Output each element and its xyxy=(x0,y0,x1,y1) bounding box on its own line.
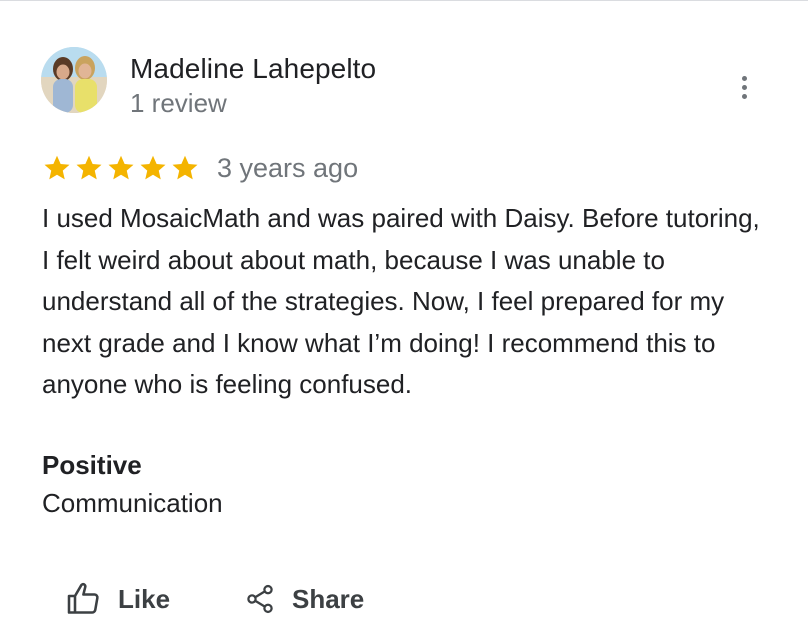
share-label: Share xyxy=(292,583,365,614)
like-label: Like xyxy=(118,583,171,614)
avatar-photo xyxy=(41,47,107,113)
thumbs-up-icon xyxy=(67,582,99,614)
star-rating xyxy=(42,153,200,183)
positive-heading: Positive xyxy=(42,450,142,480)
positive-attribute: Communication xyxy=(42,488,223,518)
author-review-count[interactable]: 1 review xyxy=(130,87,227,119)
like-button[interactable]: Like xyxy=(66,579,170,619)
author-name[interactable]: Madeline Lahepelto xyxy=(130,52,376,86)
more-vertical-icon-dot xyxy=(741,93,747,99)
share-icon xyxy=(247,584,273,614)
review-text: I used MosaicMath and was paired with Da… xyxy=(42,203,760,400)
review-card: Madeline Lahepelto 1 review 3 years ago … xyxy=(0,0,808,630)
star-icon xyxy=(106,153,136,183)
more-vertical-icon xyxy=(741,75,747,81)
share-button[interactable]: Share xyxy=(244,579,364,619)
more-options-button[interactable] xyxy=(726,69,762,105)
more-vertical-icon-dot xyxy=(741,84,747,90)
avatar[interactable] xyxy=(41,47,107,113)
star-icon xyxy=(170,153,200,183)
star-icon xyxy=(138,153,168,183)
rating-row: 3 years ago xyxy=(42,151,358,185)
star-icon xyxy=(42,153,72,183)
review-date: 3 years ago xyxy=(217,153,359,183)
star-icon xyxy=(74,153,104,183)
